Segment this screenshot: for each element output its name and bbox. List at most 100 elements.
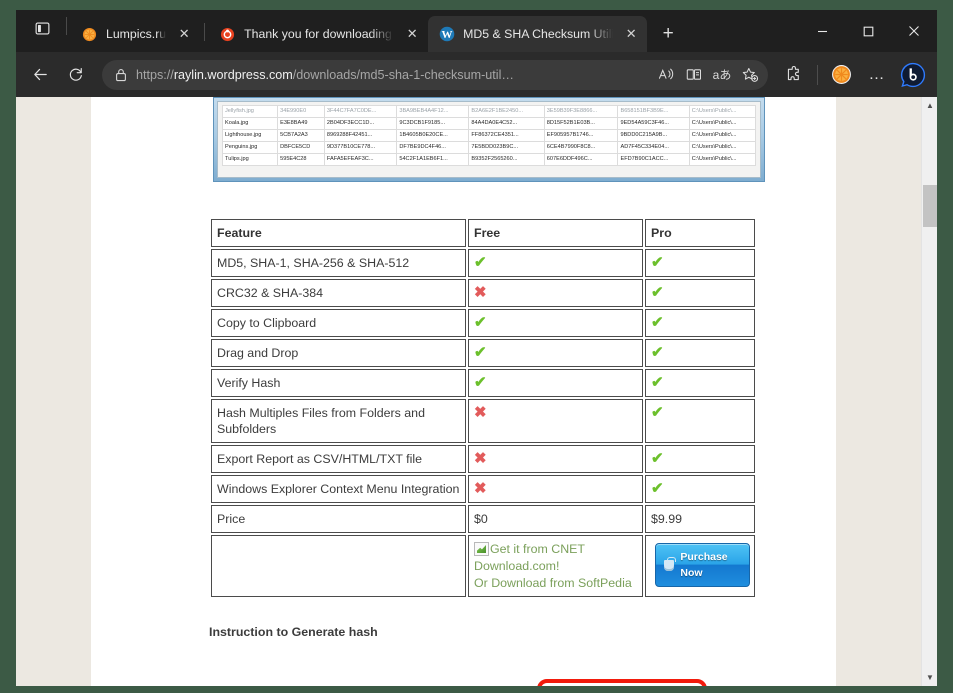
free-tier-cell: ✔ [468, 339, 643, 367]
back-icon[interactable] [24, 59, 56, 91]
lock-icon [110, 68, 132, 82]
hash-grid-cell: 9C3DCB1F9185... [396, 117, 470, 130]
table-header-cell: Pro [645, 219, 755, 247]
tab-lumpics[interactable]: Lumpics.ru ✕ [71, 16, 200, 52]
orange-slice-icon [81, 26, 98, 43]
hash-grid-cell: B9352F2565260... [468, 153, 545, 166]
price-pro-cell: $9.99 [645, 505, 755, 533]
hash-grid-cell: Lighthouse.jpg [221, 129, 279, 142]
table-header-cell: Feature [211, 219, 466, 247]
hash-grid-row: Tulips.jpg 595E4C28 FAFA5EFEAF3C... 54C2F1A… [221, 153, 757, 166]
pro-tier-cell: ✔ [645, 309, 755, 337]
feature-name-cell: Export Report as CSV/HTML/TXT file [211, 445, 466, 473]
feature-name-cell: Hash Multiples Files from Folders and Su… [211, 399, 466, 443]
softpedia-download-link[interactable]: Or Download from SoftPedia [474, 575, 632, 591]
hash-grid-row: Penguins.jpg DBFCE5CD 9D377B10CE778... DF7B… [221, 141, 757, 154]
app-screenshot-inner: Jellyfish.jpg 34E990E0 3F44C7FA7C0DE... 3BA… [217, 101, 761, 178]
url-text: https://raylin.wordpress.com/downloads/m… [136, 67, 514, 82]
immersive-reader-icon[interactable] [680, 62, 708, 88]
tab-close-icon[interactable]: ✕ [621, 24, 641, 44]
page-scrollbar[interactable]: ▲ ▼ [921, 97, 937, 686]
hash-grid-cell: EFD7B90C1ACC... [617, 153, 690, 166]
minimize-button[interactable] [799, 10, 845, 52]
download-row: Get it from CNET Download.com! Or Downloa… [211, 535, 755, 597]
ubuntu-circle-icon [219, 26, 236, 43]
table-row: Copy to Clipboard ✔ ✔ [211, 309, 755, 337]
pro-tier-cell: ✔ [645, 475, 755, 503]
settings-more-icon[interactable]: … [861, 59, 893, 91]
hash-grid-cell: FF86372CE4351... [468, 129, 545, 142]
free-tier-cell: ✖ [468, 279, 643, 307]
tab-divider [66, 16, 67, 35]
tab-actions-icon[interactable] [27, 13, 57, 43]
new-tab-button[interactable]: + [653, 19, 683, 49]
hash-grid-cell: B658151BF3B9E... [617, 105, 690, 118]
translate-icon[interactable]: aあ [708, 62, 736, 88]
read-aloud-icon[interactable] [652, 62, 680, 88]
check-icon: ✔ [651, 404, 664, 421]
purchase-button-label: Purchase Now [680, 551, 728, 579]
hash-grid-cell: C:\Users\Public\... [688, 129, 757, 142]
tab-divider [204, 23, 206, 41]
feature-comparison-table: Feature Free Pro MD5, SHA-1, SHA-256 & SHA-… [209, 217, 757, 599]
check-icon: ✔ [474, 374, 487, 391]
free-tier-cell: ✔ [468, 249, 643, 277]
cnet-broken-image-alt[interactable]: Get it from CNET Download.com! [474, 542, 585, 573]
cross-icon: ✖ [474, 450, 487, 467]
hash-grid-cell: 9BDD0C215A9B... [617, 129, 690, 142]
cross-icon: ✖ [474, 284, 487, 301]
table-header-cell: Free [468, 219, 643, 247]
extensions-icon[interactable] [778, 59, 810, 91]
hash-grid-cell: 7E5BDD023B9C... [468, 141, 545, 154]
refresh-icon[interactable] [60, 59, 92, 91]
profile-avatar[interactable] [825, 59, 857, 91]
address-bar[interactable]: https://raylin.wordpress.com/downloads/m… [102, 59, 768, 90]
hash-grid-row: Koala.jpg E3E8BA49 2B04DF3ECC1D... 9C3DCB1F… [221, 117, 757, 130]
copilot-icon[interactable] [897, 59, 929, 91]
hash-grid-cell: 1B4605B0E20CE... [396, 129, 470, 142]
hash-grid-cell: Tulips.jpg [221, 153, 279, 166]
hash-grid-cell: E3E8BA49 [277, 117, 325, 130]
hash-grid-row: Lighthouse.jpg 5CB7A2A3 8969288F42451... 1B… [221, 129, 757, 142]
tab-close-icon[interactable]: ✕ [174, 24, 194, 44]
add-favorite-icon[interactable] [736, 62, 764, 88]
tab-thank-you-download[interactable]: Thank you for downloading U ✕ [209, 16, 428, 52]
cross-icon: ✖ [474, 480, 487, 497]
feature-name-cell: MD5, SHA-1, SHA-256 & SHA-512 [211, 249, 466, 277]
close-window-button[interactable] [891, 10, 937, 52]
svg-text:W: W [441, 29, 452, 41]
hash-grid-cell: 607E6DDF496C... [543, 153, 619, 166]
hash-grid-cell: Jellyfish.jpg [221, 105, 279, 118]
window-controls [799, 10, 937, 52]
maximize-button[interactable] [845, 10, 891, 52]
price-row: Price $0 $9.99 [211, 505, 755, 533]
hash-grid-cell: Koala.jpg [221, 117, 279, 130]
table-row: CRC32 & SHA-384 ✖ ✔ [211, 279, 755, 307]
check-icon: ✔ [651, 450, 664, 467]
toolbar-divider [817, 64, 818, 85]
feature-name-cell: Windows Explorer Context Menu Integratio… [211, 475, 466, 503]
hash-grid-cell: 9ED54A59C3F46... [617, 117, 690, 130]
hash-results-grid: Jellyfish.jpg 34E990E0 3F44C7FA7C0DE... 3BA… [221, 105, 757, 166]
hash-grid-cell: Penguins.jpg [221, 141, 279, 154]
check-icon: ✔ [651, 254, 664, 271]
table-row: Export Report as CSV/HTML/TXT file ✖ ✔ [211, 445, 755, 473]
scroll-up-icon[interactable]: ▲ [922, 97, 937, 114]
hash-grid-cell: 8969288F42451... [323, 129, 398, 142]
tab-title: MD5 & SHA Checksum Utility [463, 27, 614, 41]
tab-strip-left [22, 10, 71, 52]
table-row: MD5, SHA-1, SHA-256 & SHA-512 ✔ ✔ [211, 249, 755, 277]
check-icon: ✔ [474, 344, 487, 361]
scroll-down-icon[interactable]: ▼ [922, 669, 937, 686]
pro-tier-cell: ✔ [645, 445, 755, 473]
scrollbar-thumb[interactable] [923, 185, 937, 227]
tab-md5-sha-checksum-utility[interactable]: W MD5 & SHA Checksum Utility ✕ [428, 16, 648, 52]
table-row: Windows Explorer Context Menu Integratio… [211, 475, 755, 503]
hash-grid-cell: EF905957B1746... [543, 129, 619, 142]
hash-grid-cell: 54C2F1A1EB6F1... [396, 153, 470, 166]
hash-grid-cell: 2B04DF3ECC1D... [323, 117, 398, 130]
hash-grid-cell: 9D377B10CE778... [323, 141, 398, 154]
purchase-now-button[interactable]: Purchase Now [655, 543, 750, 587]
hash-grid-cell: 3E59B39F3E8866... [543, 105, 619, 118]
tab-close-icon[interactable]: ✕ [402, 24, 422, 44]
